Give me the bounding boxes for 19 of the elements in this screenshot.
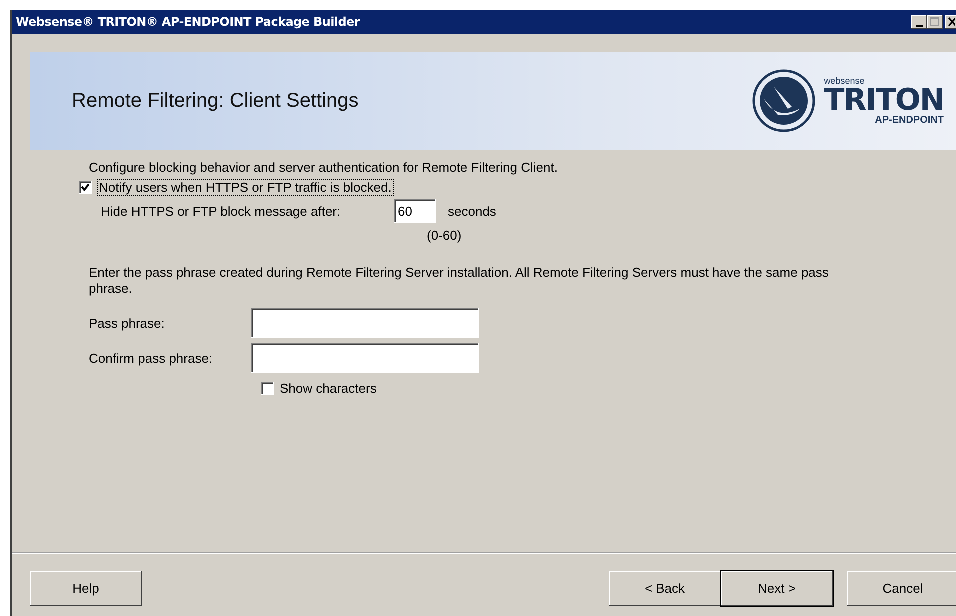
- pass-phrase-instructions: Enter the pass phrase created during Remote Filtering Server installation. All Remote Filtering Servers must have the same pass phrase.: [89, 265, 830, 297]
- show-characters-label: Show characters: [280, 381, 377, 396]
- field-label: Confirm pass phrase:: [89, 350, 214, 366]
- logo-wordmark: TRITON: [824, 86, 944, 116]
- wizard-button[interactable]: Next >: [721, 571, 833, 606]
- page-title: Remote Filtering: Client Settings: [72, 90, 359, 112]
- logo-subtitle: AP-ENDPOINT: [875, 116, 944, 126]
- wizard-button[interactable]: Help: [30, 571, 142, 606]
- seconds-input[interactable]: 60: [394, 199, 436, 223]
- wizard-button[interactable]: < Back: [609, 571, 721, 606]
- wizard-button[interactable]: Cancel: [847, 571, 956, 606]
- seconds-label: seconds: [448, 204, 496, 218]
- range-hint: (0-60): [427, 228, 462, 243]
- intro-text: Configure blocking behavior and server authentication for Remote Filtering Client.: [89, 160, 558, 175]
- hide-message-label: Hide HTTPS or FTP block message after:: [101, 204, 342, 218]
- window-title: Websense® TRITON® AP-ENDPOINT Package Builder: [16, 15, 360, 29]
- field-label: Pass phrase:: [89, 316, 166, 330]
- logo-tagline: websense: [824, 76, 866, 86]
- notify-label: Notify users when HTTPS or FTP traffic is blocked.: [98, 180, 393, 195]
